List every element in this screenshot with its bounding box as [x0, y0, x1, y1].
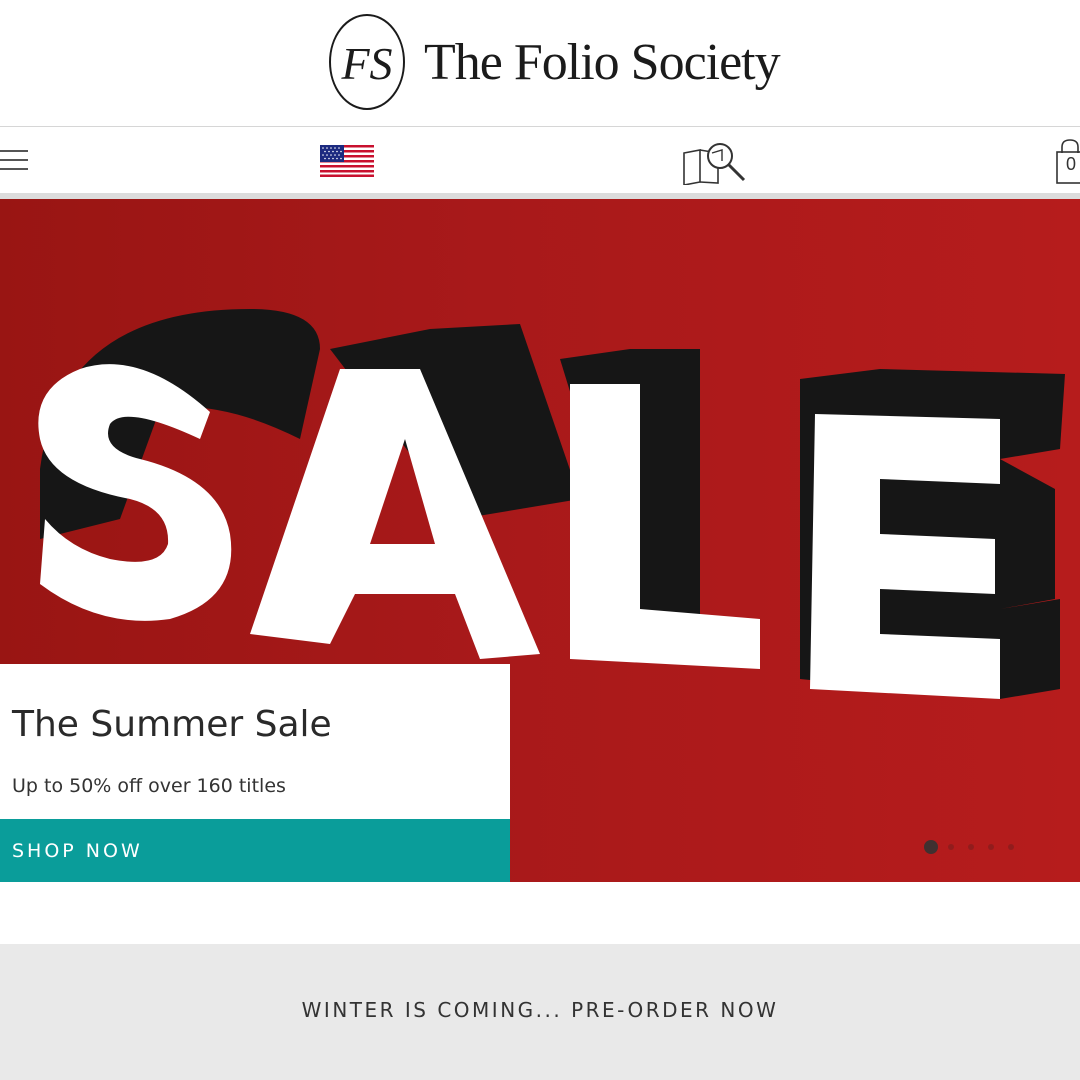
toolbar: 0	[0, 127, 1080, 199]
logo-monogram: FS	[340, 38, 392, 89]
us-flag-icon[interactable]	[320, 145, 374, 177]
promo-subtitle: Up to 50% off over 160 titles	[12, 775, 286, 797]
spacer	[0, 882, 1080, 944]
carousel-dots	[924, 840, 1028, 854]
hamburger-menu-icon[interactable]	[0, 148, 30, 172]
preorder-banner-text: WINTER IS COMING... PRE-ORDER NOW	[301, 998, 779, 1022]
preorder-banner[interactable]: WINTER IS COMING... PRE-ORDER NOW	[0, 944, 1080, 1080]
carousel-dot[interactable]	[968, 844, 974, 850]
site-header: FS The Folio Society	[0, 0, 1080, 127]
promo-card: The Summer Sale Up to 50% off over 160 t…	[0, 664, 510, 882]
carousel-dot[interactable]	[924, 840, 938, 854]
promo-title: The Summer Sale	[12, 704, 332, 745]
hero-carousel[interactable]: The Summer Sale Up to 50% off over 160 t…	[0, 199, 1080, 882]
shop-now-button[interactable]: SHOP NOW	[0, 819, 510, 882]
brand-name: The Folio Society	[424, 33, 781, 91]
basket-count: 0	[1066, 154, 1077, 174]
fs-monogram-icon: FS	[329, 14, 405, 110]
carousel-dot[interactable]	[988, 844, 994, 850]
carousel-dot[interactable]	[948, 844, 954, 850]
book-search-icon[interactable]	[682, 139, 750, 186]
carousel-dot[interactable]	[1008, 844, 1014, 850]
brand-logo[interactable]: FS The Folio Society	[328, 12, 781, 112]
